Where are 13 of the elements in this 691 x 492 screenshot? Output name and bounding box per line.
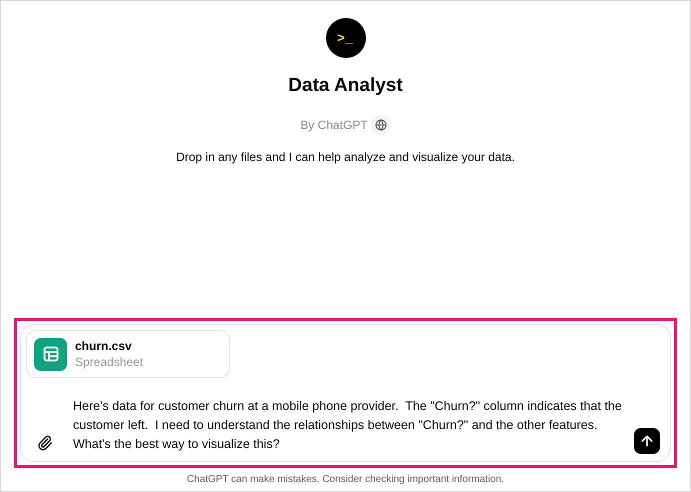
send-button[interactable] [634, 428, 660, 454]
file-name: churn.csv [75, 338, 133, 354]
globe-icon[interactable] [370, 114, 391, 134]
attachment-card[interactable]: churn.csv Spreadsheet [26, 330, 230, 378]
description: Drop in any files and I can help analyze and visualize your data. [176, 148, 515, 166]
file-type: Spreadsheet [75, 354, 144, 370]
disclaimer: ChatGPT can make mistakes. Consider checking important information. [186, 473, 504, 487]
logo: >_ [326, 18, 366, 58]
up-arrow-icon [639, 433, 655, 449]
byline: By ChatGPT [300, 116, 368, 134]
page-title: Data Analyst [288, 74, 403, 98]
table-icon [34, 338, 67, 370]
message-text: Here's data for customer churn at a mobile phone provider. The "Churn?" column indicates that the customer left. I need to understand the relationships between "Churn?" and the other features. What's the best way to visualize this? [73, 398, 623, 453]
